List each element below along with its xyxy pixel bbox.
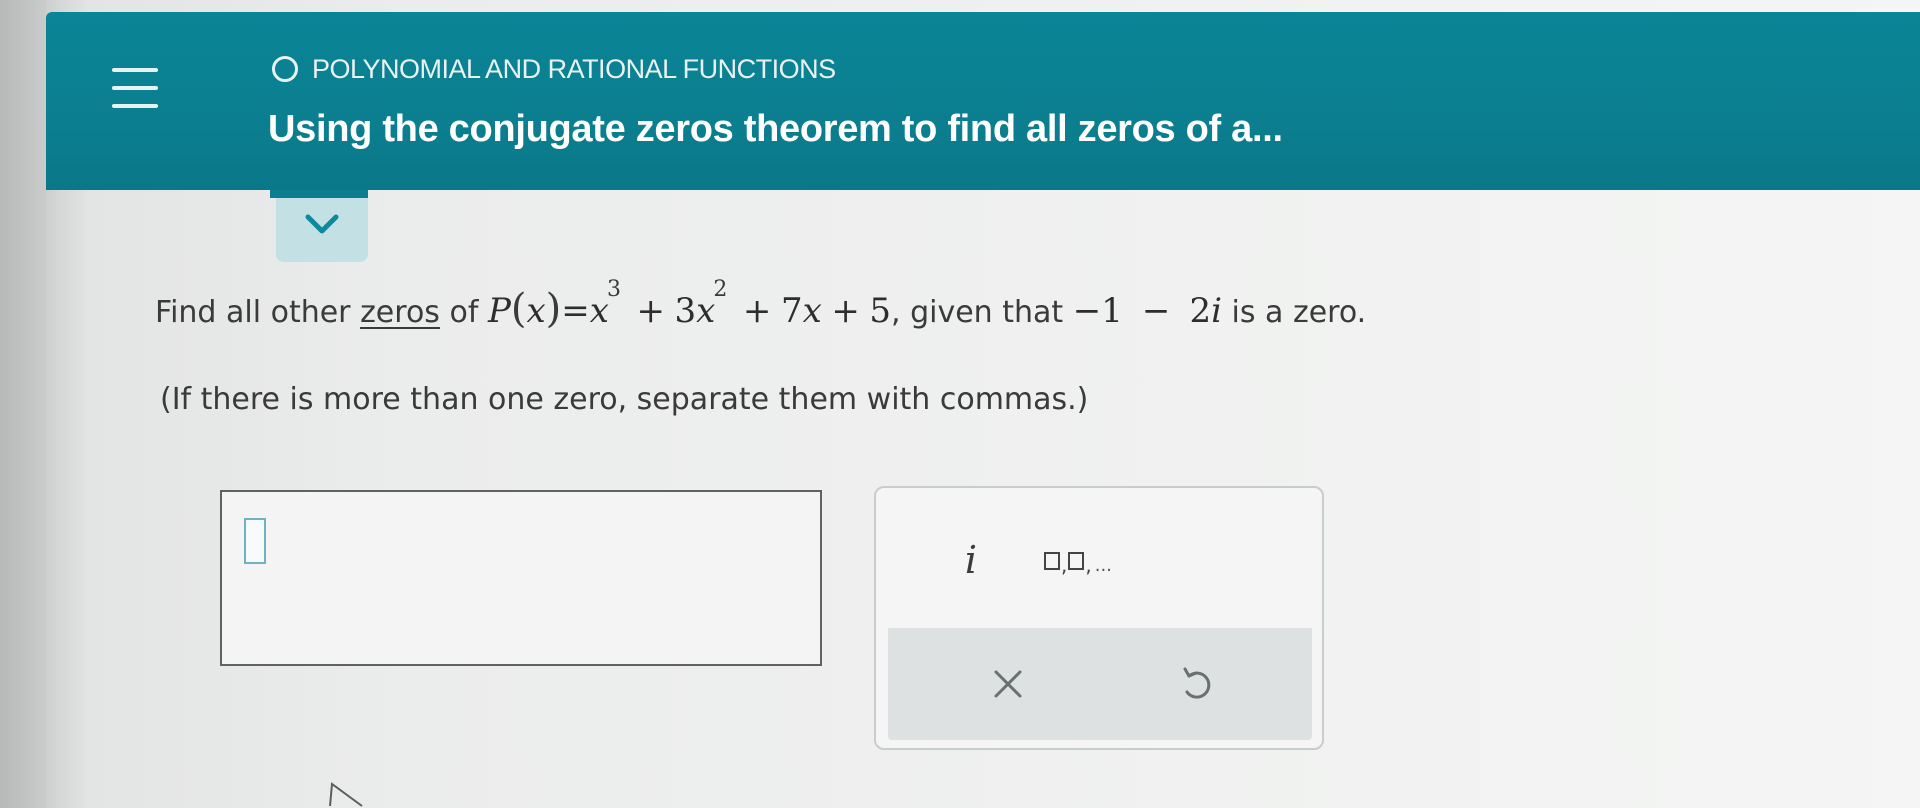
term1-exponent: 3 bbox=[606, 277, 621, 302]
topic-header bbox=[46, 12, 1920, 190]
clear-button[interactable] bbox=[968, 652, 1048, 716]
box-icon bbox=[1044, 552, 1060, 570]
term2-exponent: 2 bbox=[713, 277, 728, 302]
expand-button[interactable] bbox=[276, 198, 368, 262]
equals-sign: = bbox=[561, 291, 590, 331]
question-prefix: Find all other bbox=[155, 295, 351, 330]
undo-button[interactable] bbox=[1156, 652, 1236, 716]
category-label: POLYNOMIAL AND RATIONAL FUNCTIONS bbox=[312, 53, 836, 84]
zero-imag-coefficient: 2 bbox=[1189, 291, 1212, 331]
lesson-title: Using the conjugate zeros theorem to fin… bbox=[268, 108, 1283, 150]
question-suffix: is a zero. bbox=[1231, 295, 1367, 330]
term3-base: x bbox=[802, 291, 822, 331]
chevron-down-icon bbox=[305, 214, 339, 234]
answer-input[interactable] bbox=[220, 490, 822, 666]
progress-circle-icon bbox=[272, 56, 298, 82]
hamburger-menu-icon[interactable] bbox=[108, 68, 162, 124]
function-name: P bbox=[487, 291, 511, 331]
close-icon bbox=[994, 670, 1022, 698]
instruction-text: (If there is more than one zero, separat… bbox=[160, 382, 1089, 417]
term3-coefficient: 7 bbox=[780, 291, 803, 331]
question-text: Find all other zeros of P(x) = x 3 + 3x2 + … bbox=[155, 277, 1367, 332]
zeros-link[interactable]: zeros bbox=[360, 295, 440, 330]
constant-term: 5 bbox=[869, 291, 892, 331]
imaginary-i-key[interactable]: i bbox=[936, 532, 1006, 588]
close-paren: ) bbox=[545, 286, 562, 332]
plus-sign: + bbox=[742, 291, 772, 331]
list-separator: , bbox=[1085, 553, 1092, 577]
monitor-bezel bbox=[0, 0, 46, 808]
function-variable: x bbox=[526, 291, 546, 331]
list-template-key[interactable]: , , ... bbox=[1044, 536, 1154, 586]
imaginary-unit: i bbox=[1211, 291, 1222, 331]
math-keypad: i , , ... bbox=[874, 486, 1324, 750]
keypad-action-bar bbox=[888, 628, 1312, 740]
term2-coefficient: 3 bbox=[674, 291, 697, 331]
mouse-pointer-icon bbox=[329, 782, 363, 807]
plus-sign: + bbox=[636, 291, 665, 331]
minus-sign: − bbox=[1141, 291, 1171, 331]
open-paren: ( bbox=[510, 286, 527, 332]
header-tab bbox=[270, 190, 368, 198]
answer-placeholder-box[interactable] bbox=[244, 518, 266, 564]
list-ellipsis: ... bbox=[1094, 554, 1112, 576]
screen: POLYNOMIAL AND RATIONAL FUNCTIONS Using … bbox=[0, 0, 1920, 808]
given-text: , given that bbox=[891, 295, 1064, 330]
question-of: of bbox=[449, 295, 479, 330]
plus-sign: + bbox=[831, 291, 860, 331]
undo-icon bbox=[1183, 667, 1211, 699]
box-icon bbox=[1068, 552, 1085, 570]
category-row: POLYNOMIAL AND RATIONAL FUNCTIONS bbox=[272, 52, 836, 86]
zero-real-part: −1 bbox=[1072, 291, 1123, 331]
list-separator: , bbox=[1061, 553, 1068, 577]
